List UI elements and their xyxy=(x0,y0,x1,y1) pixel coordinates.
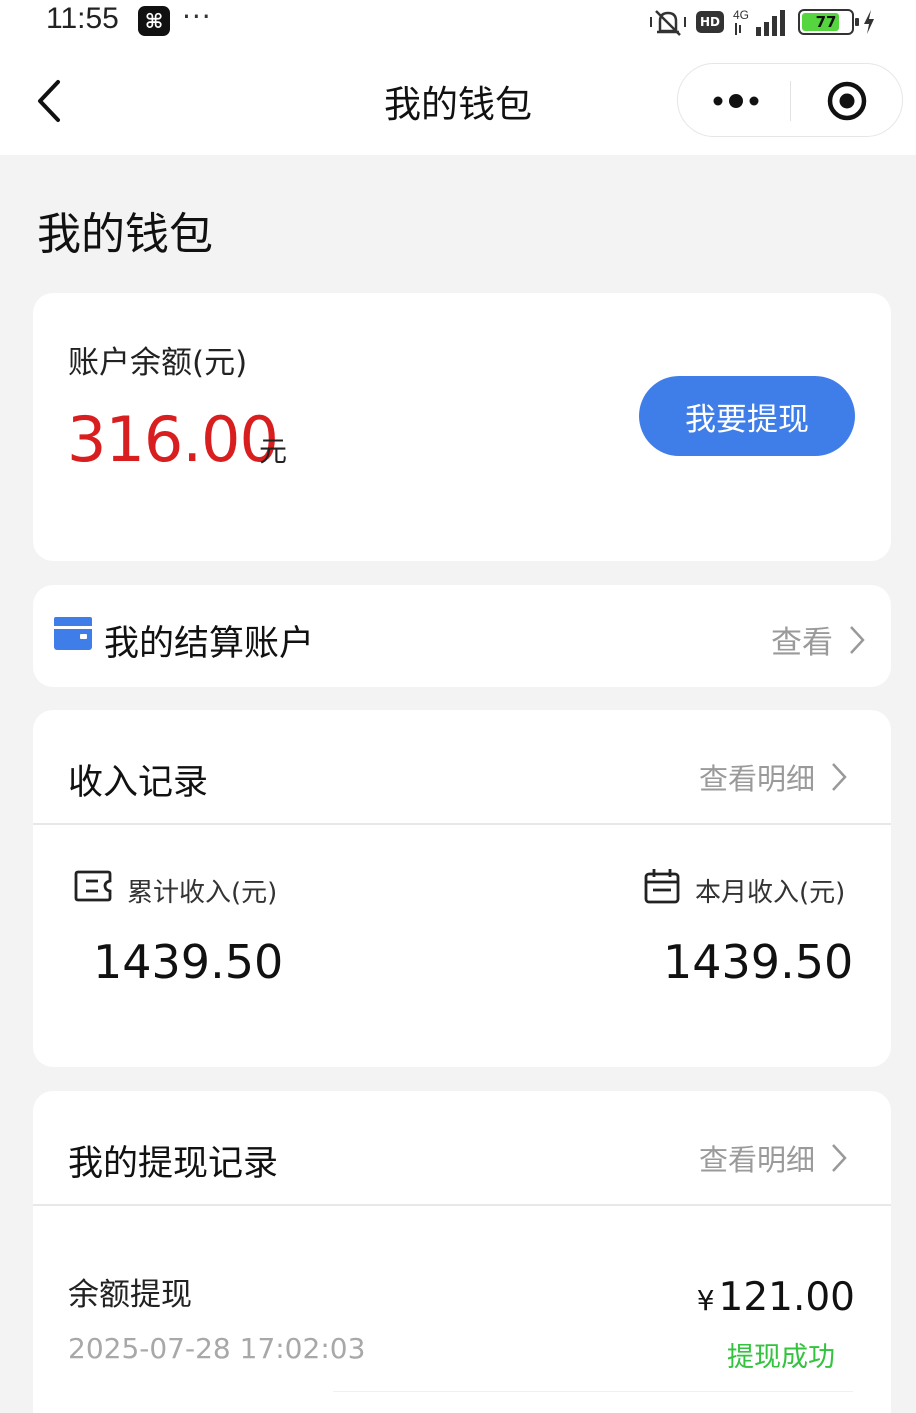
chevron-right-icon xyxy=(850,625,865,654)
income-title: 收入记录 xyxy=(68,763,209,803)
chevron-right-icon xyxy=(832,763,847,791)
settlement-account-row[interactable]: 我的结算账户 查看 xyxy=(33,585,891,687)
miniprogram-capsule xyxy=(677,63,903,137)
currency-symbol: ¥ xyxy=(696,1284,715,1317)
balance-label: 账户余额(元) xyxy=(68,345,248,381)
income-details-link[interactable]: 查看明细 xyxy=(699,756,847,798)
battery-icon: 77 xyxy=(798,9,859,35)
more-options-icon[interactable] xyxy=(712,88,760,114)
battery-level: 77 xyxy=(815,13,837,31)
nav-bar: 我的钱包 xyxy=(0,48,916,155)
withdraw-button[interactable]: 我要提现 xyxy=(639,376,855,456)
signal-4g-icon: 4G xyxy=(733,8,785,36)
withdraw-records-card: 我的提现记录 查看明细 余额提现 2025-07-28 17:02:03 ¥12… xyxy=(33,1091,891,1413)
list-divider xyxy=(333,1391,853,1392)
withdraw-item-title: 余额提现 xyxy=(68,1277,192,1313)
chevron-right-icon xyxy=(832,1144,847,1172)
close-miniprogram-icon[interactable] xyxy=(826,80,868,122)
capsule-divider xyxy=(790,81,791,121)
withdraw-item-amount: ¥121.00 xyxy=(697,1275,855,1320)
status-icons: HD 4G 77 xyxy=(648,6,876,38)
charging-icon xyxy=(864,10,874,34)
settlement-account-label: 我的结算账户 xyxy=(104,624,315,664)
status-bar: 11:55 ⌘ ··· HD 4G 77 xyxy=(0,0,916,48)
balance-card: 账户余额(元) 316.00 元 我要提现 xyxy=(33,293,891,561)
income-header: 收入记录 查看明细 xyxy=(33,710,891,825)
withdraw-amount-value: 121.00 xyxy=(718,1275,855,1320)
month-income-value: 1439.50 xyxy=(663,935,854,989)
settlement-view-link[interactable]: 查看 xyxy=(771,617,865,662)
status-time: 11:55 xyxy=(46,2,119,35)
ticket-icon xyxy=(74,870,112,902)
settlement-view-text: 查看 xyxy=(771,625,833,661)
withdraw-details-link[interactable]: 查看明细 xyxy=(699,1137,847,1179)
withdraw-item-time: 2025-07-28 17:02:03 xyxy=(68,1332,366,1365)
income-records-card: 收入记录 查看明细 累计收入(元) 1439.50 本月收入(元) 1439.5… xyxy=(33,710,891,1067)
wallet-card-icon xyxy=(54,617,92,650)
total-income-label: 累计收入(元) xyxy=(127,878,278,908)
calendar-icon xyxy=(644,869,680,904)
income-details-text: 查看明细 xyxy=(698,762,815,796)
balance-value: 316.00 xyxy=(67,403,279,476)
withdraw-details-text: 查看明细 xyxy=(698,1143,815,1177)
mute-vibrate-icon xyxy=(650,10,686,36)
month-income-label: 本月收入(元) xyxy=(695,878,846,908)
withdraw-records-title: 我的提现记录 xyxy=(68,1144,279,1184)
withdraw-header: 我的提现记录 查看明细 xyxy=(33,1091,891,1206)
balance-unit: 元 xyxy=(259,435,288,468)
page-title: 我的钱包 xyxy=(37,209,213,260)
more-notifications-icon: ··· xyxy=(182,0,212,33)
capcut-app-icon: ⌘ xyxy=(138,6,170,36)
hd-voice-icon: HD xyxy=(696,11,724,33)
total-income-value: 1439.50 xyxy=(93,935,284,989)
withdraw-status-badge: 提现成功 xyxy=(727,1342,835,1373)
network-label: 4G xyxy=(733,8,749,22)
